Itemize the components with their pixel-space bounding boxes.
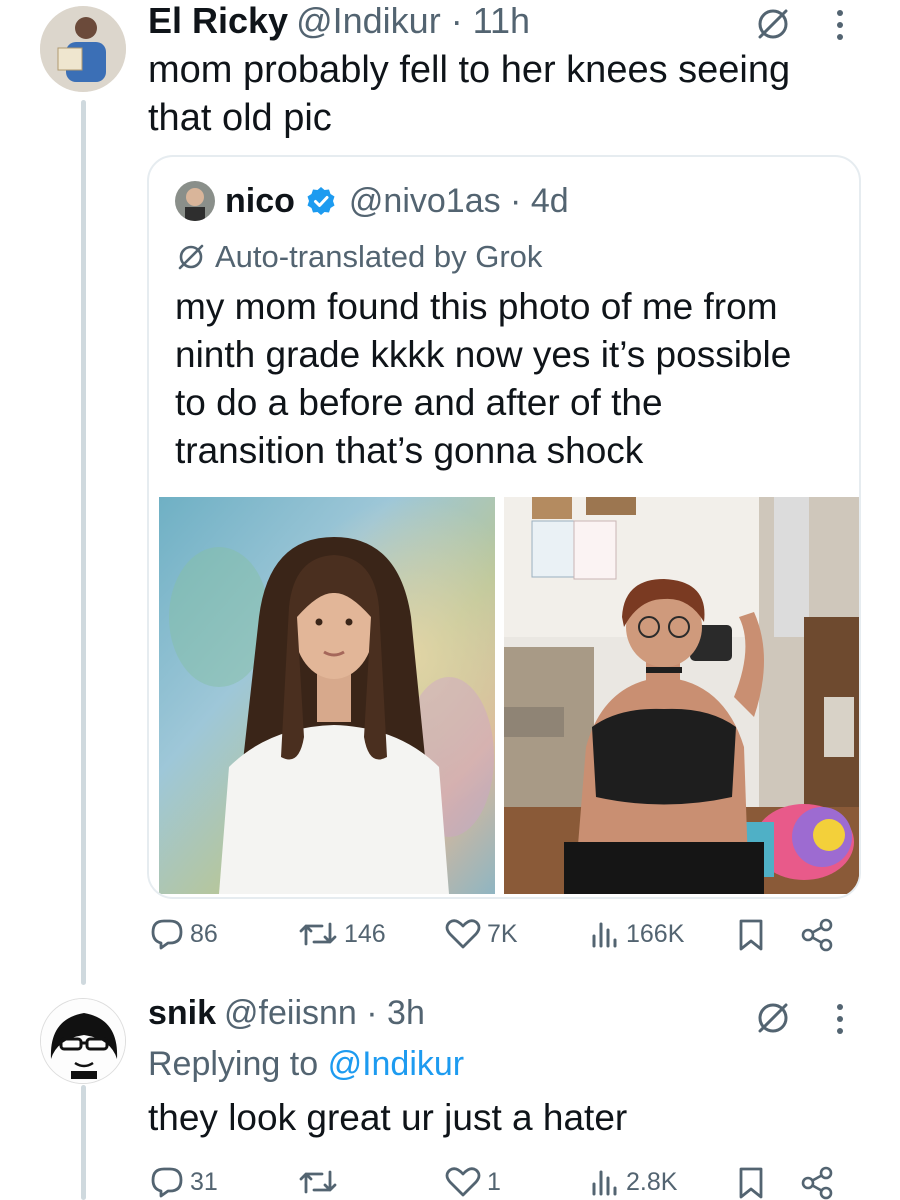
repost-icon	[299, 922, 337, 946]
reply-icon	[151, 1167, 183, 1198]
grok-translate-icon	[175, 241, 207, 273]
translation-note[interactable]: Auto-translated by Grok	[175, 237, 542, 277]
avatar[interactable]	[40, 6, 126, 92]
views-button[interactable]: 166K	[590, 918, 684, 950]
reply-reply-button[interactable]: 31	[150, 1166, 218, 1198]
share-icon	[801, 918, 833, 952]
quote-photo-after[interactable]	[504, 497, 859, 894]
reply-count: 86	[190, 919, 218, 948]
share-icon	[801, 1166, 833, 1200]
bookmark-icon	[739, 919, 763, 951]
handle-timestamp[interactable]: @Indikur · 11h	[296, 0, 530, 42]
reply-handle-timestamp[interactable]: @feiisnn · 3h	[224, 994, 425, 1033]
quote-avatar[interactable]	[175, 181, 215, 221]
reply-grok-icon[interactable]	[753, 998, 793, 1038]
reply-views-count: 2.8K	[626, 1167, 678, 1196]
quote-display-name[interactable]: nico	[225, 182, 295, 221]
tweet-text-line: that old pic	[148, 97, 332, 139]
heart-icon	[445, 1167, 481, 1197]
tweet-text-line: mom probably fell to her knees seeing	[148, 49, 791, 91]
bookmark-button[interactable]	[736, 918, 766, 952]
reply-share-button[interactable]	[800, 1166, 834, 1200]
quote-text-line: to do a before and after of the	[175, 382, 663, 423]
views-icon	[592, 1170, 617, 1196]
replying-to-handle[interactable]: @Indikur	[328, 1045, 465, 1083]
reply-views-button[interactable]: 2.8K	[590, 1166, 677, 1198]
reply-button[interactable]: 86	[150, 918, 218, 950]
quote-text-line: transition that’s gonna shock	[175, 430, 644, 471]
thread-line	[81, 100, 86, 985]
reply-bookmark-button[interactable]	[736, 1166, 766, 1200]
verified-badge-icon	[305, 185, 337, 217]
repost-count: 146	[344, 919, 386, 948]
bookmark-icon	[739, 1167, 763, 1199]
quote-handle-timestamp[interactable]: @nivo1as · 4d	[349, 182, 569, 221]
like-count: 7K	[487, 919, 518, 948]
quote-photo-before[interactable]	[159, 497, 495, 894]
more-options-icon[interactable]	[828, 6, 852, 44]
replying-to-line: Replying to @Indikur	[148, 1042, 464, 1086]
repost-button[interactable]: 146	[298, 918, 386, 950]
reply-repost-button[interactable]	[298, 1166, 344, 1198]
reply-like-button[interactable]: 1	[445, 1166, 501, 1198]
translation-label: Auto-translated by Grok	[215, 239, 543, 274]
reply-avatar[interactable]	[40, 998, 126, 1084]
reply-reply-count: 31	[190, 1167, 218, 1196]
thread-line	[81, 1085, 86, 1200]
views-count: 166K	[626, 919, 685, 948]
reply-icon	[151, 919, 183, 950]
quoted-tweet-card[interactable]: nico @nivo1as · 4d Auto-translated by Gr…	[147, 155, 861, 899]
reply-avatar-drawing	[41, 999, 125, 1083]
quote-text-line: ninth grade kkkk now yes it’s possible	[175, 334, 792, 375]
quote-text-line: my mom found this photo of me from	[175, 286, 778, 327]
repost-icon	[299, 1170, 337, 1194]
avatar-photo	[40, 6, 126, 92]
reply-more-options-icon[interactable]	[828, 1000, 852, 1038]
like-button[interactable]: 7K	[445, 918, 518, 950]
display-name[interactable]: El Ricky	[148, 0, 288, 42]
replying-to-label: Replying to	[148, 1045, 319, 1083]
heart-icon	[445, 919, 481, 949]
share-button[interactable]	[800, 918, 834, 952]
reply-text: they look great ur just a hater	[148, 1097, 628, 1138]
views-icon	[592, 922, 617, 948]
grok-icon[interactable]	[753, 4, 793, 44]
reply-like-count: 1	[487, 1167, 501, 1196]
reply-display-name[interactable]: snik	[148, 994, 216, 1033]
